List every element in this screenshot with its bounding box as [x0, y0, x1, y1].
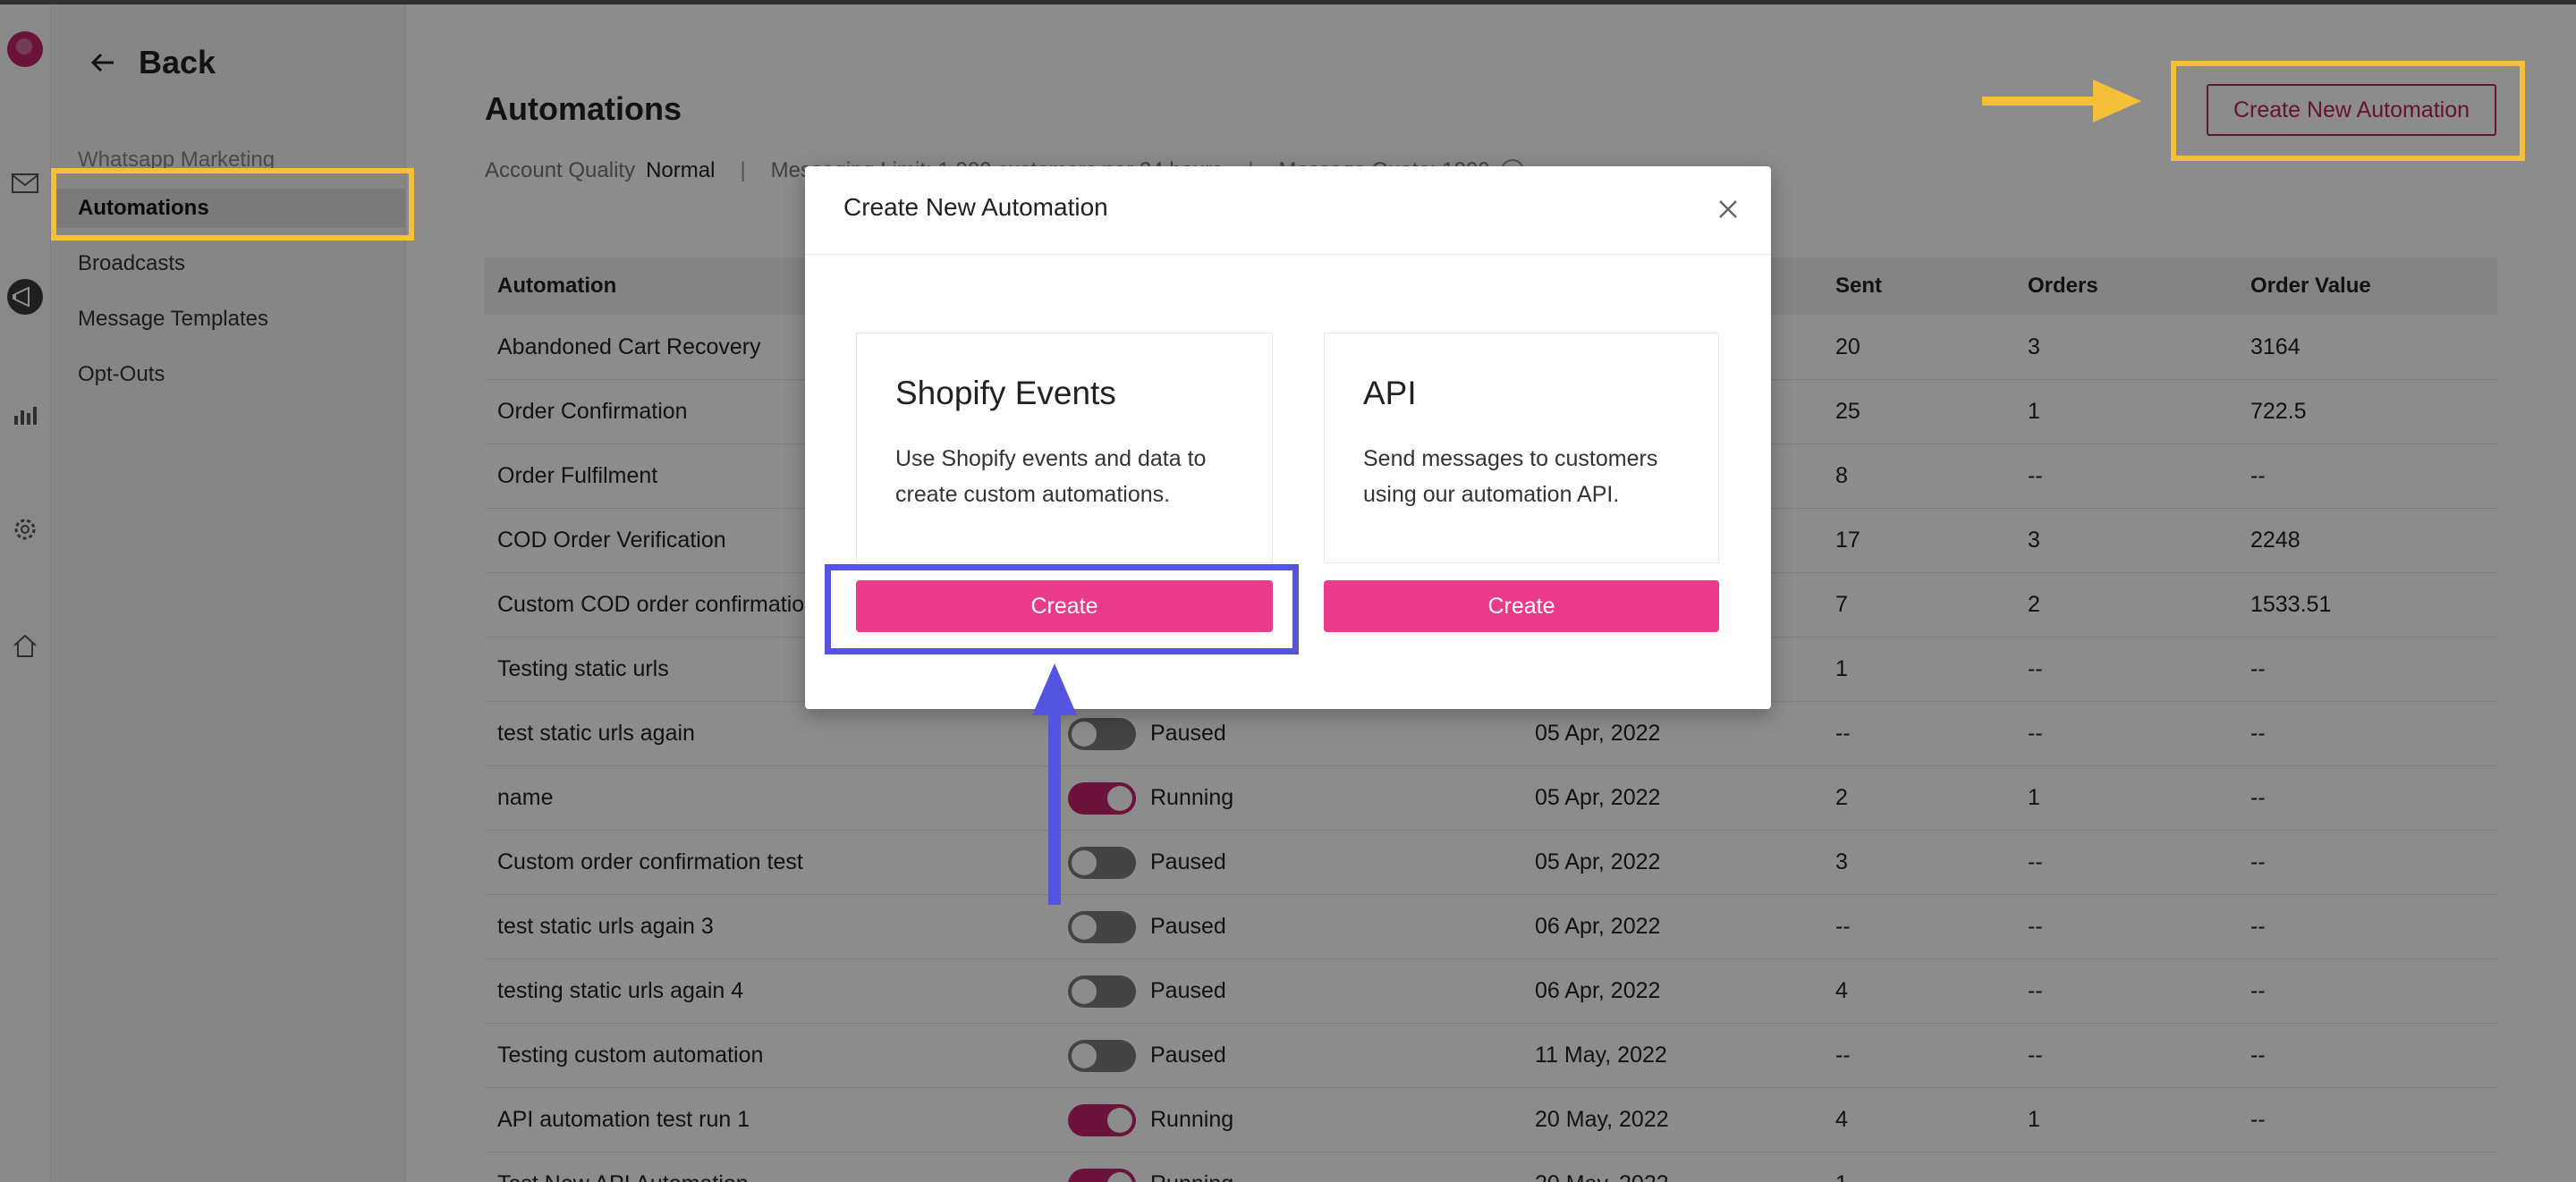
card-description-line: using our automation API.: [1363, 482, 1620, 507]
card-description-line: create custom automations.: [895, 482, 1171, 507]
highlight-automations: [51, 168, 414, 241]
api-create-button[interactable]: Create: [1324, 580, 1719, 632]
card-description: Send messages to customers using our aut…: [1363, 441, 1657, 512]
arrow-up-annotation: [1032, 663, 1077, 905]
card-description-line: Use Shopify events and data to: [895, 446, 1207, 471]
close-icon[interactable]: [1712, 193, 1744, 225]
highlight-shopify-create: [825, 564, 1299, 654]
shopify-events-card: Shopify Events Use Shopify events and da…: [856, 333, 1273, 563]
card-title: Shopify Events: [895, 375, 1116, 411]
highlight-create-button: [2171, 61, 2525, 161]
arrow-right-annotation: [1982, 80, 2141, 122]
card-description: Use Shopify events and data to create cu…: [895, 441, 1206, 512]
card-description-line: Send messages to customers: [1363, 446, 1658, 471]
modal-title: Create New Automation: [843, 193, 1108, 221]
modal-header: Create New Automation: [805, 166, 1771, 255]
api-card: API Send messages to customers using our…: [1324, 333, 1719, 563]
card-title: API: [1363, 375, 1417, 411]
